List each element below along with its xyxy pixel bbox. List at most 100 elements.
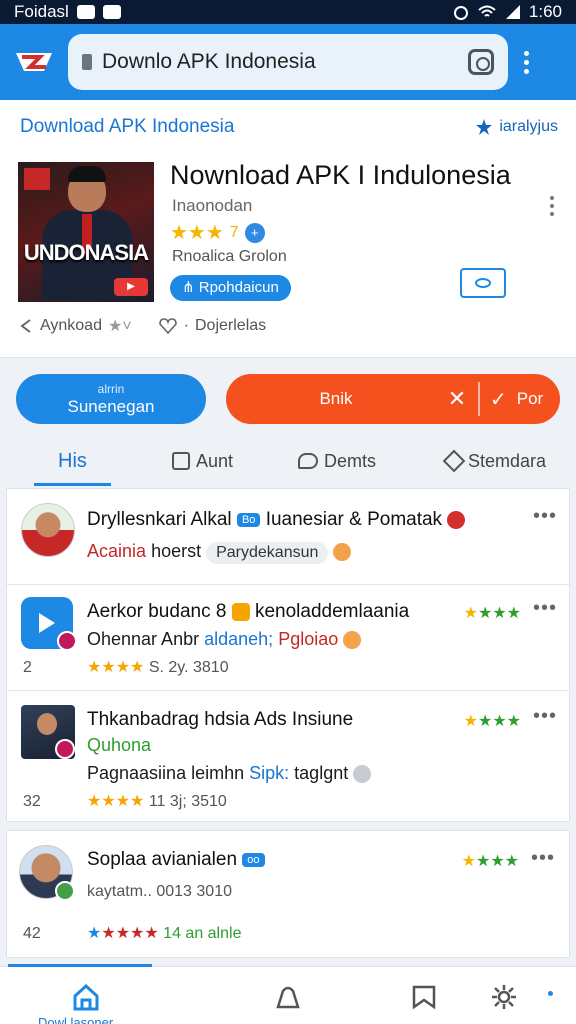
browser-toolbar: Downlo APK Indonesia: [0, 24, 576, 100]
subscribe-button[interactable]: alrrin Sunenegan: [16, 374, 206, 424]
bottom-nav: Dowl lasoner: [0, 964, 576, 1024]
brand-logo[interactable]: [12, 40, 56, 84]
status-carrier-text: Foidasl: [14, 2, 69, 21]
item-tag: oo: [242, 852, 265, 867]
app-header-card: Download APK Indonesia iaralyjus UNDONAS…: [0, 100, 576, 358]
item-title: Aerkor budanc 8 kenoladdemlaania: [87, 601, 410, 622]
indicator-dot: [548, 991, 553, 996]
item-meta: ★★★★ S. 2y. 3810: [87, 659, 229, 676]
badge-icon: [57, 631, 77, 651]
item-count: 32: [23, 793, 41, 810]
breadcrumb[interactable]: Download APK Indonesia: [20, 116, 234, 138]
app-title: Nownload APK I Indulonesia: [170, 160, 511, 190]
reaction-icon: [447, 510, 466, 529]
item-tag: Bo: [236, 512, 261, 527]
item-meta: ★★★★★ 14 an alnle: [87, 925, 242, 942]
check-icon[interactable]: ✓: [490, 387, 507, 412]
thumbnail-badge: ▶: [114, 278, 148, 296]
item-stars: ★★★★: [463, 713, 521, 730]
item-count: 42: [23, 925, 41, 942]
badge-icon: [55, 739, 75, 759]
item-chip[interactable]: Parydekansun: [206, 542, 329, 564]
emoji-icon: [353, 765, 372, 784]
header-right-link[interactable]: iaralyjus: [475, 118, 558, 136]
rating-value: 7: [229, 223, 239, 241]
bookmark-icon[interactable]: [410, 983, 438, 1011]
list-item[interactable]: Aerkor budanc 8 kenoladdemlaania ★★★★ Oh…: [7, 585, 571, 691]
install-button[interactable]: Bnik ✕ ✓ Por: [226, 374, 560, 424]
item-title: Soplaa avianialen oo: [87, 849, 265, 871]
message-icon: [102, 5, 121, 19]
status-bar: Foidasl 1:60: [0, 0, 576, 24]
close-icon[interactable]: ✕: [446, 386, 468, 412]
comment-list: Dryllesnkari Alkal Bo Iuanesiar & Pomata…: [6, 488, 571, 823]
thumbnail-word: UNDONASIA: [23, 240, 149, 265]
app-subtitle: Inaonodan: [172, 196, 253, 215]
app-menu-dots-icon[interactable]: [550, 196, 554, 216]
meta-row: Aynkoad ★˅ · Dojerlelas: [18, 316, 266, 336]
tab-his-label: His: [58, 449, 87, 472]
explore-icon[interactable]: [274, 983, 302, 1011]
share-button[interactable]: [460, 268, 506, 298]
more-dots-icon[interactable]: •••: [531, 847, 555, 870]
more-dots-icon[interactable]: •••: [533, 597, 557, 620]
address-bar[interactable]: Downlo APK Indonesia: [68, 34, 508, 90]
emoji-icon: [333, 543, 352, 562]
tab-demts[interactable]: Demts: [298, 436, 376, 486]
tab-aunt[interactable]: Aunt: [172, 436, 233, 486]
app-pill-button[interactable]: ⋔ Rpohdaicun: [170, 275, 291, 301]
app-developer[interactable]: Rnoalica Grolon: [172, 248, 287, 266]
star-icon: [476, 119, 493, 135]
lock-icon: [82, 54, 92, 70]
diamond-icon: [442, 449, 466, 473]
app-rating: ★★★ 7 +: [170, 220, 265, 245]
browser-menu-dots-icon[interactable]: [524, 50, 529, 74]
item-subline: kaytatm.. 0013 3010: [87, 883, 232, 900]
calendar-icon: [172, 452, 190, 470]
more-dots-icon[interactable]: •••: [533, 705, 557, 728]
app-thumbnail[interactable]: UNDONASIA ▶: [18, 162, 154, 302]
tab-bar: His Aunt Demts Stemdara: [0, 436, 576, 486]
info-icon: ⋔: [182, 279, 199, 296]
item-subline: Ohennar Anbr aldaneh; Pgloiao: [87, 629, 362, 650]
item-stars: ★★★★: [461, 853, 519, 870]
more-dots-icon[interactable]: •••: [533, 505, 557, 528]
arrow-icon: [20, 319, 31, 333]
install-label: Bnik: [319, 389, 353, 408]
notification-icon: [76, 5, 95, 19]
nav-home-label[interactable]: Dowl lasoner: [38, 1015, 113, 1024]
item-subline-2: Pagnaasiina leimhn Sipk: taglgnt: [87, 763, 372, 784]
home-icon[interactable]: [72, 983, 100, 1011]
list-item[interactable]: Soplaa avianialen oo ★★★★ kaytatm.. 0013…: [6, 830, 570, 958]
add-icon[interactable]: +: [244, 222, 265, 243]
item-title: Dryllesnkari Alkal Bo Iuanesiar & Pomata…: [87, 509, 466, 531]
camera-icon[interactable]: [468, 49, 494, 75]
tab-stemdara[interactable]: Stemdara: [442, 436, 547, 486]
heart-icon: [158, 318, 177, 334]
rating-stars: ★★★: [170, 222, 224, 244]
install-right-label: Por: [516, 389, 544, 408]
subscribe-top-label: alrrin: [97, 382, 125, 396]
meta-dojer[interactable]: · Dojerlelas: [158, 316, 266, 336]
settings-icon[interactable]: [490, 983, 518, 1011]
item-stars: ★★★★: [463, 605, 521, 622]
subscribe-label: Sunenegan: [67, 397, 155, 416]
verified-badge-icon: [55, 881, 75, 901]
tab-stemdara-label: Stemdara: [468, 450, 547, 471]
header-right-label: iaralyjus: [499, 118, 558, 135]
meta-download[interactable]: Aynkoad ★˅: [18, 316, 132, 336]
list-item[interactable]: Thkanbadrag hdsia Ads Insiune ★★★★ Quhon…: [7, 691, 571, 823]
emoji-icon: [343, 631, 362, 650]
item-subline: Quhona: [87, 735, 152, 755]
pill-label: Rpohdaicun: [198, 279, 279, 296]
tab-his[interactable]: His: [34, 436, 111, 486]
list-item[interactable]: Dryllesnkari Alkal Bo Iuanesiar & Pomata…: [7, 489, 571, 585]
avatar[interactable]: [21, 503, 75, 557]
item-meta: ★★★★ 11 3j; 3510: [87, 793, 227, 810]
item-subline: Acainia hoerst Parydekansun: [87, 541, 352, 564]
status-time: 1:60: [528, 2, 562, 21]
comment-icon: [298, 453, 318, 469]
item-count: 2: [23, 659, 32, 676]
item-title: Thkanbadrag hdsia Ads Insiune: [87, 709, 354, 730]
tab-aunt-label: Aunt: [196, 450, 234, 471]
